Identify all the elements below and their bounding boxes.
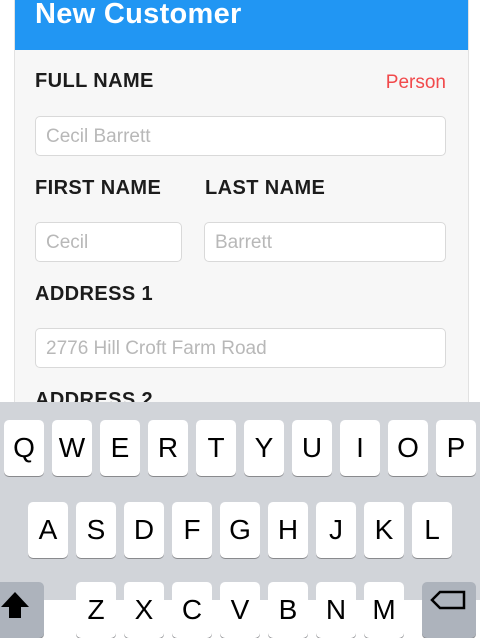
- new-customer-form: New Customer FULL NAME Person Cecil Barr…: [14, 0, 469, 402]
- person-type-link[interactable]: Person: [386, 72, 446, 94]
- key-w[interactable]: W: [52, 420, 92, 476]
- key-r[interactable]: R: [148, 420, 188, 476]
- key-q[interactable]: Q: [4, 420, 44, 476]
- key-z[interactable]: Z: [76, 582, 116, 638]
- shift-key[interactable]: [0, 582, 44, 638]
- last-name-input[interactable]: Barrett: [204, 222, 446, 262]
- key-a[interactable]: A: [28, 502, 68, 558]
- key-k[interactable]: K: [364, 502, 404, 558]
- key-h[interactable]: H: [268, 502, 308, 558]
- key-v[interactable]: V: [220, 582, 260, 638]
- key-d[interactable]: D: [124, 502, 164, 558]
- address1-input[interactable]: 2776 Hill Croft Farm Road: [35, 328, 446, 368]
- key-c[interactable]: C: [172, 582, 212, 638]
- last-name-label: LAST NAME: [205, 177, 326, 199]
- page-title: New Customer: [35, 0, 242, 30]
- address2-label: ADDRESS 2: [35, 389, 154, 402]
- key-f[interactable]: F: [172, 502, 212, 558]
- key-e[interactable]: E: [100, 420, 140, 476]
- key-u[interactable]: U: [292, 420, 332, 476]
- key-x[interactable]: X: [124, 582, 164, 638]
- full-name-label: FULL NAME: [35, 70, 154, 92]
- key-l[interactable]: L: [412, 502, 452, 558]
- key-p[interactable]: P: [436, 420, 476, 476]
- shift-arrow-icon: [1, 592, 29, 618]
- key-m[interactable]: M: [364, 582, 404, 638]
- key-o[interactable]: O: [388, 420, 428, 476]
- delete-key[interactable]: [422, 582, 476, 638]
- key-g[interactable]: G: [220, 502, 260, 558]
- key-y[interactable]: Y: [244, 420, 284, 476]
- on-screen-keyboard: QWERTYUIOP ASDFGHJKL ZXCVBNM: [0, 402, 480, 638]
- first-name-label: FIRST NAME: [35, 177, 162, 199]
- backspace-icon: [430, 590, 466, 610]
- full-name-input[interactable]: Cecil Barrett: [35, 116, 446, 156]
- first-name-input[interactable]: Cecil: [35, 222, 182, 262]
- key-t[interactable]: T: [196, 420, 236, 476]
- key-j[interactable]: J: [316, 502, 356, 558]
- key-b[interactable]: B: [268, 582, 308, 638]
- address1-label: ADDRESS 1: [35, 283, 154, 305]
- key-s[interactable]: S: [76, 502, 116, 558]
- header-bar: New Customer: [15, 0, 468, 50]
- key-i[interactable]: I: [340, 420, 380, 476]
- key-n[interactable]: N: [316, 582, 356, 638]
